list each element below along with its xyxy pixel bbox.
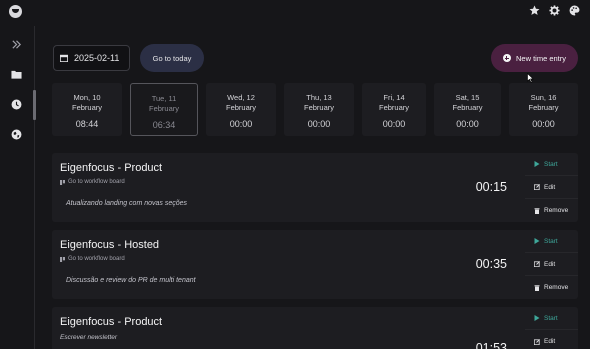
new-time-entry-button[interactable]: New time entry [491, 44, 578, 72]
day-card-tue[interactable]: Tue, 11 February 06:34 [130, 83, 198, 136]
entry-title: Eigenfocus - Hosted [60, 239, 160, 251]
entry-duration: 00:35 [475, 257, 507, 271]
time-entry-card: Eigenfocus - Product Escrever newsletter… [52, 307, 578, 349]
day-total: 00:00 [382, 119, 406, 129]
day-card-mon[interactable]: Mon, 10 February 08:44 [52, 83, 122, 136]
plus-icon [502, 54, 511, 62]
gear-icon[interactable] [549, 5, 560, 16]
app-logo-icon[interactable] [9, 5, 22, 18]
entry-title: Eigenfocus - Product [60, 162, 163, 174]
folder-icon[interactable] [11, 69, 22, 80]
entry-description: Discussão e review do PR de multi tenant [66, 277, 196, 284]
trash-icon [534, 207, 540, 214]
workflow-link-label: Go to workflow board [68, 256, 125, 262]
entry-description: Atualizando landing com novas seções [66, 200, 188, 207]
time-entry-card: Eigenfocus - Product Go to workflow boar… [52, 153, 578, 222]
day-card-wed[interactable]: Wed, 12 February 00:00 [206, 83, 276, 136]
edit-button[interactable]: Edit [525, 253, 578, 276]
day-month: February [225, 103, 256, 112]
day-month: February [378, 103, 409, 112]
entry-duration: 00:15 [475, 180, 507, 194]
start-label: Start [544, 314, 558, 322]
day-card-sat[interactable]: Sat, 15 February 00:00 [434, 83, 501, 136]
day-name: Mon, 10 [73, 93, 101, 102]
day-month: February [452, 103, 483, 112]
edit-icon [534, 338, 540, 345]
day-card-fri[interactable]: Fri, 14 February 00:00 [362, 83, 426, 136]
day-name: Sun, 16 [530, 93, 557, 102]
day-name: Tue, 11 [151, 94, 177, 103]
top-icons [529, 5, 580, 16]
date-value: 2025-02-11 [74, 53, 120, 63]
start-label: Start [544, 160, 558, 168]
star-icon[interactable] [529, 5, 540, 16]
day-name: Wed, 12 [227, 93, 255, 102]
remove-label: Remove [544, 207, 569, 214]
trash-icon [534, 284, 540, 291]
workflow-link[interactable]: Go to workflow board [60, 179, 125, 185]
day-total: 00:00 [307, 119, 331, 129]
entry-title: Eigenfocus - Product [60, 316, 163, 328]
day-month: February [71, 103, 102, 112]
clock-icon[interactable] [11, 99, 22, 110]
calendar-icon [60, 54, 68, 62]
edit-label: Edit [544, 183, 556, 191]
day-month: February [148, 104, 179, 113]
start-button[interactable]: Start [525, 153, 578, 176]
day-name: Thu, 13 [306, 93, 332, 102]
board-icon [60, 256, 65, 262]
start-button[interactable]: Start [525, 307, 578, 330]
entry-actions: Start Edit Remove [525, 230, 578, 299]
go-to-today-button[interactable]: Go to today [140, 44, 204, 72]
top-bar [0, 0, 590, 26]
sidebar-active-indicator [33, 90, 36, 120]
mouse-cursor-icon [527, 73, 534, 83]
workflow-link[interactable]: Go to workflow board [60, 256, 125, 262]
edit-button[interactable]: Edit [525, 330, 578, 349]
expand-icon[interactable] [11, 39, 22, 50]
entry-actions: Start Edit [525, 307, 578, 349]
day-month: February [303, 103, 334, 112]
day-total: 00:00 [229, 119, 253, 129]
remove-button[interactable]: Remove [525, 199, 578, 222]
entry-actions: Start Edit Remove [525, 153, 578, 222]
workflow-link[interactable]: Escrever newsletter [60, 334, 117, 341]
day-total: 06:34 [152, 120, 176, 130]
palette-icon[interactable] [569, 5, 580, 16]
play-icon [534, 238, 540, 244]
day-total: 08:44 [75, 119, 99, 129]
new-time-entry-label: New time entry [515, 53, 566, 63]
day-card-thu[interactable]: Thu, 13 February 00:00 [284, 83, 354, 136]
edit-label: Edit [544, 260, 556, 268]
start-button[interactable]: Start [525, 230, 578, 253]
edit-icon [534, 184, 540, 190]
day-card-sun[interactable]: Sun, 16 February 00:00 [509, 83, 578, 136]
sidebar [0, 26, 35, 349]
day-name: Sat, 15 [455, 93, 480, 102]
date-picker[interactable]: 2025-02-11 [53, 45, 130, 71]
day-total: 00:00 [532, 119, 555, 129]
remove-button[interactable]: Remove [525, 276, 578, 299]
workflow-link-label: Go to workflow board [68, 179, 125, 185]
day-total: 00:00 [456, 119, 479, 129]
play-icon [534, 315, 540, 321]
edit-icon [534, 261, 540, 267]
day-name: Fri, 14 [383, 93, 405, 102]
board-icon [60, 179, 65, 185]
start-label: Start [544, 237, 558, 245]
play-icon [534, 161, 540, 167]
time-entry-card: Eigenfocus - Hosted Go to workflow board… [52, 230, 578, 299]
edit-button[interactable]: Edit [525, 176, 578, 199]
entry-duration: 01:53 [475, 341, 507, 349]
remove-label: Remove [544, 284, 569, 291]
edit-label: Edit [544, 338, 556, 345]
workflow-link-label: Escrever newsletter [60, 334, 118, 341]
globe-icon[interactable] [11, 129, 22, 140]
day-month: February [528, 103, 559, 112]
